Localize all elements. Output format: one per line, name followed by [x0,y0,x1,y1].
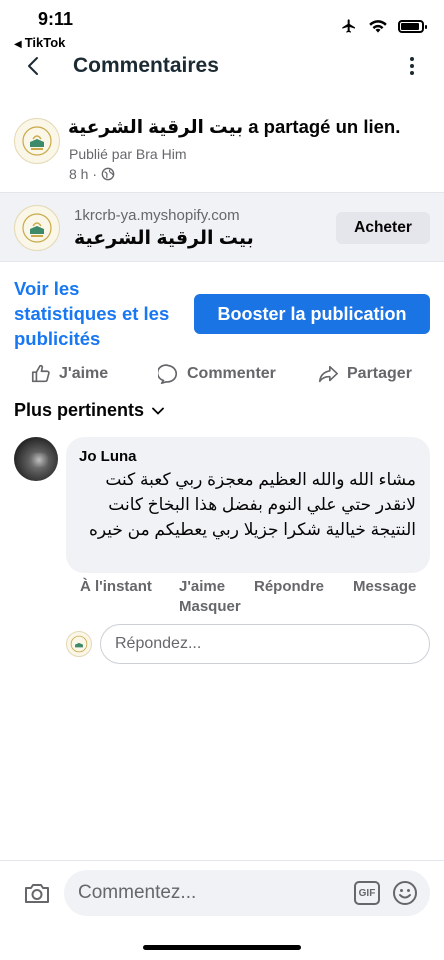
comment-text: مشاء الله والله العظيم معجزة ربي كعبة كن… [89,470,416,539]
camera-icon [25,884,49,903]
status-icons [340,18,427,34]
more-options-button[interactable] [404,54,420,78]
page-title: Commentaires [73,54,219,77]
boost-post-button[interactable]: Booster la publication [194,294,430,334]
airplane-icon [342,19,355,33]
post-action-text: a partagé un lien. [248,116,401,137]
thumbs-up-icon [31,364,50,383]
reply-placeholder: Répondez... [115,635,202,652]
post-header: بيت الرقية الشرعية a partagé un lien. Pu… [0,108,444,188]
comment-placeholder: Commentez... [78,882,197,903]
page-logo-icon [22,126,52,156]
commenter-avatar[interactable] [14,437,58,481]
published-by: Publié par Bra Him [69,146,187,162]
post-title: بيت الرقية الشرعية a partagé un lien. [68,116,400,138]
back-to-app-link[interactable]: ◀ TikTok [14,35,65,50]
post-actions: J'aime Commenter Partager [0,358,444,390]
comment-hide-button[interactable]: Masquer [179,598,241,615]
comment-message-button[interactable]: Message [353,578,416,595]
share-label: Partager [347,365,412,382]
page-logo-icon [22,213,52,243]
speech-bubble-icon [158,364,178,384]
page-logo-icon [70,635,88,653]
post-time-row: 8 h · [69,166,115,182]
gif-button[interactable]: GIF [354,881,380,905]
link-preview-card[interactable]: 1krcrb-ya.myshopify.com بيت الرقية الشرع… [0,192,444,262]
camera-button[interactable] [22,879,52,907]
wifi-icon [369,20,387,33]
chevron-left-icon [28,57,38,75]
more-dot [410,71,414,75]
comment-label: Commenter [187,365,276,382]
more-dot [410,57,414,61]
commenter-name[interactable]: Jo Luna [79,448,137,465]
sort-label: Plus pertinents [14,400,145,420]
reply-input[interactable]: Répondez... [100,624,430,664]
link-domain: 1krcrb-ya.myshopify.com [74,207,240,224]
comment-reply-button[interactable]: Répondre [254,578,324,595]
comment-bubble[interactable]: Jo Luna مشاء الله والله العظيم معجزة ربي… [66,437,430,573]
comment-input[interactable]: Commentez... GIF [64,870,430,916]
comment-button[interactable]: Commenter [158,358,276,390]
back-button[interactable] [20,52,46,80]
back-app-label: TikTok [24,35,66,50]
share-arrow-icon [318,365,338,383]
buy-button[interactable]: Acheter [336,212,430,244]
comments-header: Commentaires [0,50,444,84]
page-name-link[interactable]: بيت الرقية الشرعية [68,116,243,137]
comment-like-button[interactable]: J'aime [179,578,225,595]
status-time: 9:11 [38,9,74,29]
view-stats-link[interactable]: Voir les statistiques et les publicités [14,276,174,351]
comment-time: À l'instant [80,578,152,595]
share-button[interactable]: Partager [316,358,412,390]
post-time[interactable]: 8 h · [69,166,97,182]
link-card-logo [14,205,60,251]
link-title: بيت الرقية الشرعية [74,228,254,249]
comment-composer-bar: Commentez... GIF [0,860,444,960]
battery-icon [398,19,427,33]
back-triangle-icon: ◀ [14,39,22,50]
more-dot [410,64,414,68]
reply-avatar [66,631,92,657]
chevron-down-icon [152,407,164,415]
like-label: J'aime [59,365,109,382]
home-indicator[interactable] [143,945,301,950]
status-bar: 9:11 ◀ TikTok [0,0,444,54]
globe-icon [101,167,115,181]
like-button[interactable]: J'aime [30,358,108,390]
emoji-icon[interactable] [392,880,418,906]
comment-sort-dropdown[interactable]: Plus pertinents [14,400,164,421]
page-avatar[interactable] [14,118,60,164]
